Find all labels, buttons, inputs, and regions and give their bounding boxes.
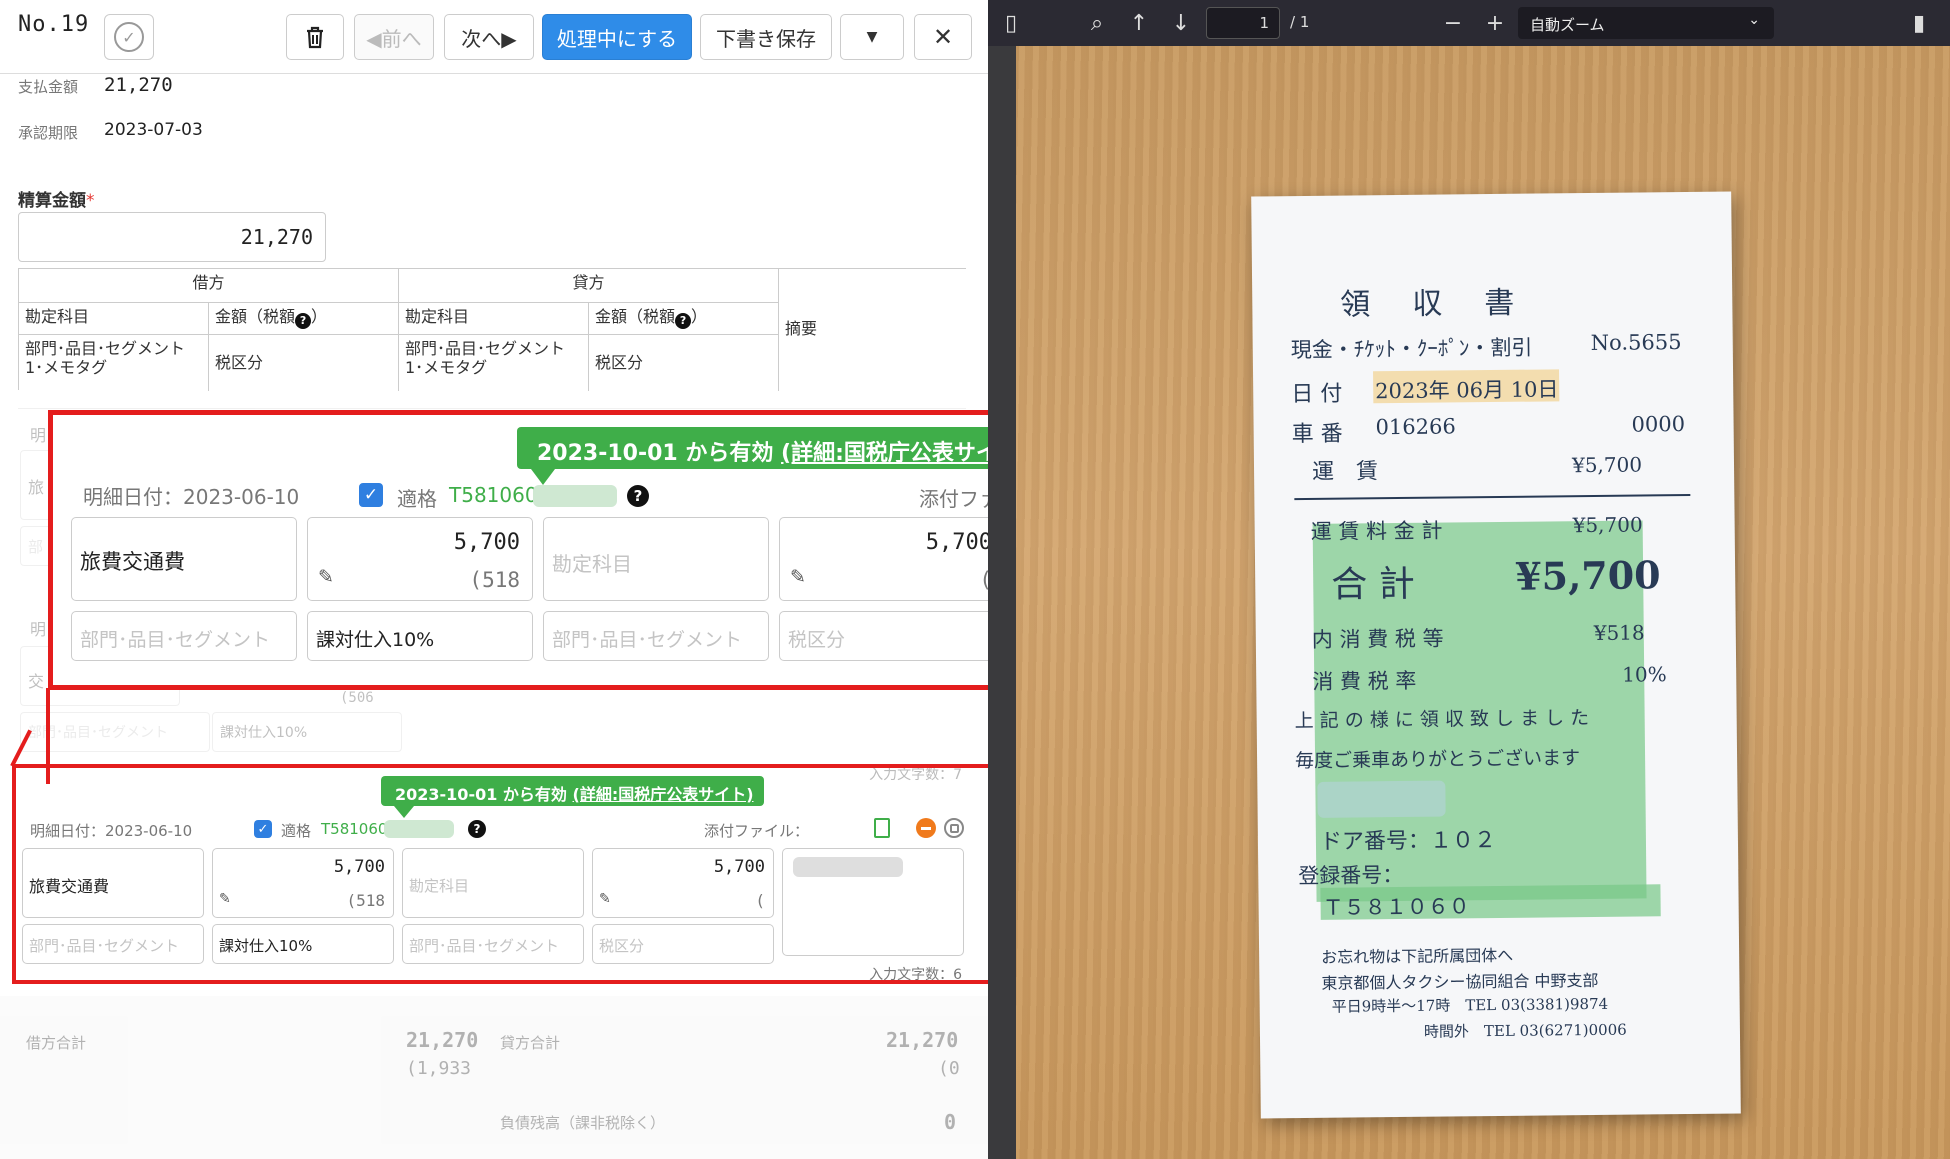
next-page-icon[interactable]: ↓ (1168, 10, 1194, 36)
debit-amount-input[interactable]: 5,700 ✎ (518 (212, 848, 394, 918)
sidebar-toggle-icon[interactable]: ▯ (998, 10, 1024, 36)
credit-amount-header: 金額（税額?） (589, 303, 779, 335)
help-icon-zoomed[interactable]: ? (627, 485, 649, 507)
line-item-panel: 入力文字数：7 2023-10-01 から有効 (詳細:国税庁公表サイト) 明細… (12, 764, 988, 984)
receipt-total: ¥5,700 (1514, 552, 1661, 599)
attachment-label: 添付ファイル： (704, 822, 810, 840)
save-draft-button[interactable]: 下書き保存 (700, 14, 832, 60)
edit-icon[interactable]: ✎ (599, 891, 611, 907)
credit-dept-input[interactable]: 部門･品目･セグメント (402, 924, 584, 964)
journal-header-table: 借方 貸方 摘要 勘定科目 金額（税額?） 勘定科目 金額（税額?） 部門･品目… (18, 268, 967, 391)
receipt-tax: ¥518 (1593, 620, 1645, 645)
credit-dept-input-zoomed[interactable]: 部門･品目･セグメント (543, 611, 769, 661)
char-count: 入力文字数：6 (869, 967, 962, 983)
approve-check-button[interactable]: ✓ (104, 14, 154, 60)
credit-amount-input[interactable]: 5,700 ✎ ( (592, 848, 774, 918)
credit-taxclass-input[interactable]: 税区分 (592, 924, 774, 964)
debit-taxclass-header: 税区分 (209, 335, 399, 391)
credit-account-input[interactable]: 勘定科目 (402, 848, 584, 918)
qualified-label-zoomed: 適格 (397, 487, 437, 511)
memo-input[interactable] (782, 848, 964, 956)
debit-amount-header: 金額（税額?） (209, 303, 399, 335)
payment-amount-label: 支払金額 (18, 78, 79, 96)
credit-account-input-zoomed[interactable]: 勘定科目 (543, 517, 769, 601)
settlement-label: 精算金額* (18, 191, 95, 211)
remove-icon[interactable] (916, 818, 936, 838)
chevron-down-icon: ⌄ (1748, 12, 1760, 28)
help-icon[interactable]: ? (295, 312, 312, 329)
delete-button[interactable] (286, 14, 344, 60)
line-date-label: 明細日付：2023-06-10 (30, 822, 193, 840)
approval-due-value: 2023-07-03 (104, 120, 203, 140)
registration-number: T581060 (321, 820, 388, 838)
receipt-registration: Ｔ５８１０６０ (1322, 894, 1470, 920)
file-icon[interactable] (874, 818, 890, 838)
toolbar: No.19 ✓ ◀前へ 次へ▶ 処理中にする 下書き保存 ▼ ✕ (0, 0, 988, 74)
pdf-viewer: ▯ ⌕ ↑ ↓ 1 / 1 − + 自動ズーム ⌄ ▮ 領 収 書 現金・ﾁｹｯﾄ… (988, 0, 1950, 1159)
credit-dept-header: 部門･品目･セグメント 1･メモタグ (399, 335, 589, 391)
set-processing-button[interactable]: 処理中にする (542, 14, 692, 60)
page-count: / 1 (1290, 13, 1310, 31)
more-dropdown-button[interactable]: ▼ (840, 14, 904, 60)
search-icon[interactable]: ⌕ (1084, 10, 1110, 36)
memo-header: 摘要 (779, 269, 967, 391)
edit-icon[interactable]: ✎ (219, 891, 231, 907)
debit-account-header: 勘定科目 (19, 303, 209, 335)
zoom-connector-left (46, 688, 50, 784)
debit-dept-input[interactable]: 部門･品目･セグメント (22, 924, 204, 964)
credit-taxclass-header: 税区分 (589, 335, 779, 391)
document-image: 領 収 書 現金・ﾁｹｯﾄ・ｸｰﾎﾟﾝ・割引 No.5655 日 付 2023年… (1016, 46, 1950, 1159)
prev-button[interactable]: ◀前へ (354, 14, 434, 60)
totals-section: 借方合計 21,270 (1,933 貸方合計 21,270 (0 負債残高（課… (0, 996, 988, 1159)
debit-amount-input-zoomed[interactable]: 5,700 ✎ (518 (307, 517, 533, 601)
prev-page-icon[interactable]: ↑ (1126, 10, 1152, 36)
approval-due-label: 承認期限 (18, 124, 79, 142)
taxi-receipt: 領 収 書 現金・ﾁｹｯﾄ・ｸｰﾎﾟﾝ・割引 No.5655 日 付 2023年… (1251, 191, 1741, 1119)
redacted-registration (384, 820, 454, 838)
bookmark-icon[interactable]: ▮ (1906, 10, 1932, 36)
debit-header: 借方 (19, 269, 399, 303)
debit-dept-header: 部門･品目･セグメント 1･メモタグ (19, 335, 209, 391)
close-icon: ✕ (932, 23, 954, 51)
debit-account-input[interactable]: 旅費交通費 (22, 848, 204, 918)
payment-amount-value: 21,270 (104, 74, 173, 96)
credit-account-header: 勘定科目 (399, 303, 589, 335)
qualified-label: 適格 (281, 822, 312, 840)
nta-site-link[interactable]: (詳細:国税庁公表サイト) (573, 785, 754, 804)
next-button[interactable]: 次へ▶ (444, 14, 534, 60)
credit-taxclass-input-zoomed[interactable]: 税区分 (779, 611, 1005, 661)
zoom-in-icon[interactable]: + (1482, 10, 1508, 36)
credit-header: 貸方 (399, 269, 779, 303)
debit-dept-input-zoomed[interactable]: 部門･品目･セグメント (71, 611, 297, 661)
debit-taxclass-input[interactable]: 課対仕入10% (212, 924, 394, 964)
pdf-toolbar: ▯ ⌕ ↑ ↓ 1 / 1 − + 自動ズーム ⌄ ▮ (988, 0, 1950, 46)
close-button[interactable]: ✕ (914, 14, 972, 60)
caret-down-icon: ▼ (866, 29, 878, 45)
qualified-checkbox[interactable]: ✓ (254, 820, 272, 838)
registration-number-zoomed: T581060 (449, 483, 538, 507)
copy-icon[interactable] (944, 818, 964, 838)
redacted-registration-zoomed (533, 485, 617, 507)
valid-from-badge-zoomed: 2023-10-01 から有効 (詳細:国税庁公表サイト) (517, 427, 1044, 469)
document-number: No.19 (18, 12, 90, 37)
edit-icon-zoomed[interactable]: ✎ (318, 566, 334, 588)
help-icon[interactable]: ? (675, 312, 692, 329)
trash-icon (307, 26, 323, 49)
receipt-date: 2023年 06月 10日 (1375, 377, 1559, 404)
page-number-input[interactable]: 1 (1206, 7, 1280, 39)
receipt-title: 領 収 書 (1340, 285, 1521, 323)
edit-icon-zoomed[interactable]: ✎ (790, 566, 806, 588)
settlement-amount-input[interactable]: 21,270 (18, 212, 326, 262)
valid-from-badge: 2023-10-01 から有効 (詳細:国税庁公表サイト) (381, 776, 764, 806)
zoom-select[interactable]: 自動ズーム ⌄ (1518, 7, 1774, 39)
qualified-checkbox-zoomed[interactable]: ✓ (359, 483, 383, 507)
check-icon: ✓ (114, 22, 144, 52)
zoom-out-icon[interactable]: − (1440, 10, 1466, 36)
line-date-label-zoomed: 明細日付：2023-06-10 (83, 485, 300, 509)
debit-taxclass-input-zoomed[interactable]: 課対仕入10% (307, 611, 533, 661)
credit-amount-input-zoomed[interactable]: 5,700 ✎ ( (779, 517, 1005, 601)
debit-account-input-zoomed[interactable]: 旅費交通費 (71, 517, 297, 601)
help-icon[interactable]: ? (468, 820, 486, 838)
